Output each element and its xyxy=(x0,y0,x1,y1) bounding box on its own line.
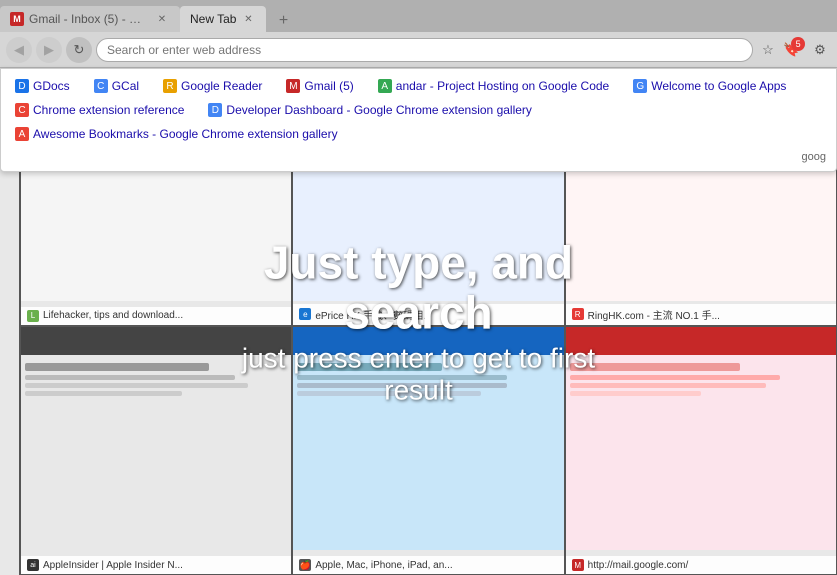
gdocs-favicon: D xyxy=(15,79,29,93)
andar-favicon: A xyxy=(378,79,392,93)
chrome-ext-favicon: C xyxy=(15,103,29,117)
thumbnail-appleinsider[interactable]: ai AppleInsider | Apple Insider N... xyxy=(20,326,292,575)
tab-gmail-close[interactable]: ✕ xyxy=(154,11,170,27)
tab-bar: M Gmail - Inbox (5) - mauri... ✕ New Tab… xyxy=(0,0,837,32)
thumbnail-gmail-main-bar: M http://mail.google.com/ xyxy=(566,556,836,574)
thumbnail-ringhk-bar: R RingHK.com - 主流 NO.1 手... xyxy=(566,304,836,325)
autocomplete-gmail[interactable]: M Gmail (5) xyxy=(282,77,357,95)
awesome-favicon: A xyxy=(15,127,29,141)
appleinsider-favicon: ai xyxy=(27,559,39,571)
gdocs-label: GDocs xyxy=(33,79,70,93)
forward-button[interactable]: ▶ xyxy=(36,37,62,63)
autocomplete-dropdown: D GDocs C GCal R Google Reader M Gmail (… xyxy=(0,68,837,172)
reload-button[interactable]: ↻ xyxy=(66,37,92,63)
lifehacker-title: Lifehacker, tips and download... xyxy=(43,310,183,321)
dev-dash-favicon: D xyxy=(208,103,222,117)
autocomplete-dev-dash[interactable]: D Developer Dashboard - Google Chrome ex… xyxy=(204,101,536,119)
welcome-favicon: G xyxy=(633,79,647,93)
tab-newtab[interactable]: New Tab ✕ xyxy=(180,6,266,32)
ringhk-favicon: R xyxy=(572,308,584,320)
search-hint: goog xyxy=(11,149,826,163)
macworld-title: Apple, Mac, iPhone, iPad, an... xyxy=(315,560,452,571)
autocomplete-gdocs[interactable]: D GDocs xyxy=(11,77,74,95)
autocomplete-row-2: C Chrome extension reference D Developer… xyxy=(11,101,826,119)
autocomplete-welcome[interactable]: G Welcome to Google Apps xyxy=(629,77,790,95)
ringhk-title: RingHK.com - 主流 NO.1 手... xyxy=(588,307,720,322)
tab-gmail-label: Gmail - Inbox (5) - mauri... xyxy=(29,12,150,26)
thumbnail-gmail-main[interactable]: M http://mail.google.com/ xyxy=(565,326,837,575)
gcal-label: GCal xyxy=(112,79,139,93)
gmail-favicon: M xyxy=(286,79,300,93)
andar-label: andar - Project Hosting on Google Code xyxy=(396,79,609,93)
thumbnail-macworld-bar: 🍎 Apple, Mac, iPhone, iPad, an... xyxy=(293,556,563,574)
lifehacker-favicon: L xyxy=(27,310,39,322)
dev-dash-label: Developer Dashboard - Google Chrome exte… xyxy=(226,103,532,117)
autocomplete-awesome[interactable]: A Awesome Bookmarks - Google Chrome exte… xyxy=(11,125,342,143)
reader-label: Google Reader xyxy=(181,79,262,93)
reader-favicon: R xyxy=(163,79,177,93)
thumbnail-macworld[interactable]: 🍎 Apple, Mac, iPhone, iPad, an... xyxy=(292,326,564,575)
gmail-main-title: http://mail.google.com/ xyxy=(588,560,689,571)
star-icon[interactable]: ☆ xyxy=(757,39,779,61)
autocomplete-andar[interactable]: A andar - Project Hosting on Google Code xyxy=(374,77,613,95)
eprice-title: ePrice HK 手機、數碼相... xyxy=(315,307,431,322)
autocomplete-row-1: D GDocs C GCal R Google Reader M Gmail (… xyxy=(11,77,826,95)
eprice-favicon: e xyxy=(299,308,311,320)
chrome-ext-label: Chrome extension reference xyxy=(33,103,184,117)
toolbar-right: ☆ 🔖 5 ⚙ xyxy=(757,39,831,61)
omnibox-input[interactable] xyxy=(96,38,753,62)
appleinsider-title: AppleInsider | Apple Insider N... xyxy=(43,560,183,571)
tab-gmail-favicon: M xyxy=(10,12,24,26)
thumbnail-appleinsider-bar: ai AppleInsider | Apple Insider N... xyxy=(21,556,291,574)
thumbnail-eprice-bar: e ePrice HK 手機、數碼相... xyxy=(293,304,563,325)
gcal-favicon: C xyxy=(94,79,108,93)
wrench-icon[interactable]: ⚙ xyxy=(809,39,831,61)
autocomplete-chrome-ext[interactable]: C Chrome extension reference xyxy=(11,101,188,119)
omnibox-container xyxy=(96,38,753,62)
extensions-badge: 5 xyxy=(791,37,805,51)
tab-newtab-label: New Tab xyxy=(190,12,236,26)
gmail-label: Gmail (5) xyxy=(304,79,353,93)
toolbar: ◀ ▶ ↻ ☆ 🔖 5 ⚙ xyxy=(0,32,837,68)
awesome-label: Awesome Bookmarks - Google Chrome extens… xyxy=(33,127,338,141)
browser-chrome: M Gmail - Inbox (5) - mauri... ✕ New Tab… xyxy=(0,0,837,68)
tab-newtab-close[interactable]: ✕ xyxy=(240,11,256,27)
autocomplete-reader[interactable]: R Google Reader xyxy=(159,77,266,95)
gmail-main-favicon: M xyxy=(572,559,584,571)
autocomplete-gcal[interactable]: C GCal xyxy=(90,77,143,95)
autocomplete-row-3: A Awesome Bookmarks - Google Chrome exte… xyxy=(11,125,826,143)
macworld-favicon: 🍎 xyxy=(299,559,311,571)
back-button[interactable]: ◀ xyxy=(6,37,32,63)
extensions-icon[interactable]: 🔖 5 xyxy=(783,39,805,61)
tab-gmail[interactable]: M Gmail - Inbox (5) - mauri... ✕ xyxy=(0,6,180,32)
left-partial-thumbnail xyxy=(0,136,20,575)
welcome-label: Welcome to Google Apps xyxy=(651,79,786,93)
thumbnail-lifehacker-bar: L Lifehacker, tips and download... xyxy=(21,307,291,325)
new-tab-button[interactable]: + xyxy=(270,10,296,32)
